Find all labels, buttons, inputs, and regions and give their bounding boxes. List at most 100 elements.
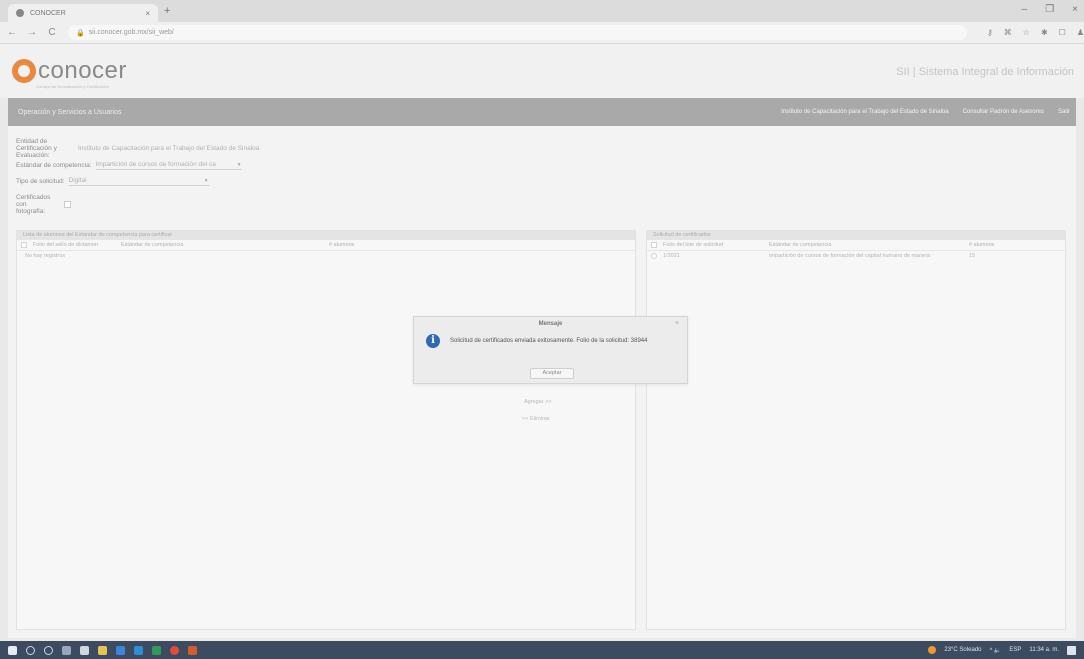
- col-count: # alumnos: [969, 242, 995, 248]
- empty-message: No hay registros: [25, 253, 66, 259]
- menu-operacion[interactable]: Operación y Servicios a Usuarios: [18, 109, 122, 116]
- store-icon[interactable]: [80, 645, 89, 655]
- system-tray: 23°C Soleado ^ 🔈 ESP 11:34 a. m.: [928, 645, 1076, 655]
- table-row[interactable]: 1/2021 Impartición de cursos de formació…: [647, 251, 1065, 261]
- logo-subtitle: Consejo de Normalización y Certificación: [36, 84, 109, 89]
- col-count: # alumnos: [329, 242, 355, 248]
- standard-select[interactable]: Impartición de cursos de formación del c…: [95, 160, 242, 170]
- info-icon: i: [426, 334, 440, 348]
- search-icon[interactable]: [26, 645, 35, 655]
- browser-address-bar: ← → C 🔒 sii.conocer.gob.mx/sii_web/ ⚷ ⌘ …: [0, 22, 1084, 44]
- close-window-button[interactable]: ×: [1072, 4, 1078, 15]
- requests-panel-title: Solicitud de certificados: [647, 231, 1065, 240]
- task-view-icon[interactable]: [62, 645, 71, 655]
- conocer-logo[interactable]: conocer: [12, 57, 127, 85]
- favicon-icon: [16, 9, 24, 17]
- logo-mark-icon: [12, 59, 36, 83]
- system-title: SII | Sistema Integral de Información: [896, 66, 1074, 78]
- request-type-label: Tipo de solicitud:: [16, 177, 65, 185]
- chevron-down-icon: ▼: [203, 177, 209, 184]
- browser-tab[interactable]: CONOCER ×: [8, 4, 158, 22]
- col-standard: Estándar de competencia: [769, 242, 832, 248]
- tab-close-icon[interactable]: ×: [145, 9, 150, 18]
- photo-label: Certificados con fotografía:: [16, 194, 51, 215]
- select-all-checkbox[interactable]: [651, 242, 657, 248]
- students-table-header: Folio del sello de dictamen Estándar de …: [17, 240, 635, 251]
- main-menubar: Operación y Servicios a Usuarios Institu…: [8, 98, 1076, 126]
- tray-symbols[interactable]: ^ 🔈: [989, 647, 1001, 654]
- new-tab-button[interactable]: +: [164, 5, 170, 17]
- reload-button[interactable]: C: [44, 27, 60, 38]
- students-panel-title: Lista de alumnos del Estándar de compete…: [17, 231, 635, 240]
- translate-icon[interactable]: ⌘: [1004, 28, 1012, 37]
- windows-taskbar: 23°C Soleado ^ 🔈 ESP 11:34 a. m.: [0, 641, 1084, 659]
- entity-row: Entidad de Certificación y Evaluación: I…: [16, 138, 259, 159]
- profile-icon[interactable]: ♟: [1077, 28, 1084, 37]
- edge-icon[interactable]: [116, 645, 125, 655]
- select-all-checkbox[interactable]: [21, 242, 27, 248]
- photo-row: Certificados con fotografía:: [16, 194, 71, 215]
- students-panel: Lista de alumnos del Estándar de compete…: [16, 230, 636, 630]
- col-standard: Estándar de competencia: [121, 242, 184, 248]
- dialog-title-text: Mensaje: [538, 321, 563, 327]
- tab-title: CONOCER: [30, 9, 66, 17]
- puzzle-icon[interactable]: ✱: [1041, 28, 1048, 37]
- app-icon[interactable]: [188, 645, 197, 655]
- key-icon[interactable]: ⚷: [987, 28, 993, 37]
- reading-list-icon[interactable]: ☐: [1059, 28, 1066, 37]
- weather-text[interactable]: 23°C Soleado: [944, 647, 981, 653]
- lock-icon: 🔒: [75, 29, 85, 37]
- language-indicator[interactable]: ESP: [1009, 647, 1021, 653]
- close-icon[interactable]: ×: [675, 317, 679, 331]
- url-input[interactable]: 🔒 sii.conocer.gob.mx/sii_web/: [67, 25, 967, 40]
- clock[interactable]: 11:34 a. m.: [1029, 647, 1059, 653]
- chrome-icon[interactable]: [170, 645, 179, 655]
- site-header: conocer Consejo de Normalización y Certi…: [0, 44, 1084, 98]
- maximize-button[interactable]: ❐: [1045, 4, 1054, 15]
- entity-label: Entidad de Certificación y Evaluación:: [16, 138, 57, 159]
- dialog-message: Solicitud de certificados enviada exitos…: [450, 338, 648, 344]
- request-type-select[interactable]: Digital ▼: [68, 176, 209, 186]
- add-link[interactable]: Agregar >>: [524, 399, 552, 405]
- row-count: 15: [969, 253, 976, 259]
- dialog-body: i Solicitud de certificados enviada exit…: [414, 331, 687, 348]
- photo-checkbox[interactable]: [64, 201, 71, 208]
- row-folio: 1/2021: [663, 253, 680, 259]
- requests-table-header: Folio del lote de solicitud Estándar de …: [647, 240, 1065, 251]
- standard-row: Estándar de competencia: Impartición de …: [16, 160, 242, 170]
- remove-link[interactable]: << Eliminar: [522, 416, 550, 422]
- cortana-icon[interactable]: [44, 645, 53, 655]
- row-radio[interactable]: [651, 253, 657, 259]
- weather-icon: [928, 646, 937, 654]
- extension-icons: ⚷ ⌘ ☆ ✱ ☐ ♟: [987, 28, 1084, 37]
- notification-icon[interactable]: [1067, 645, 1076, 655]
- requests-panel: Solicitud de certificados Folio del lote…: [646, 230, 1066, 630]
- request-type-value: Digital: [68, 177, 87, 184]
- minimize-button[interactable]: –: [1022, 4, 1028, 15]
- accept-button[interactable]: Aceptar: [530, 368, 574, 379]
- standard-select-value: Impartición de cursos de formación del c…: [95, 161, 216, 168]
- request-type-row: Tipo de solicitud: Digital ▼: [16, 176, 209, 186]
- url-text: sii.conocer.gob.mx/sii_web/: [88, 29, 174, 36]
- col-folio: Folio del lote de solicitud: [663, 242, 724, 248]
- menu-right-group: Instituto de Capacitación para el Trabaj…: [781, 109, 1070, 115]
- star-icon[interactable]: ☆: [1023, 28, 1030, 37]
- mail-icon[interactable]: [134, 645, 143, 655]
- dialog-title: Mensaje ×: [414, 317, 687, 331]
- menu-entity-name[interactable]: Instituto de Capacitación para el Trabaj…: [781, 109, 948, 115]
- row-standard: Impartición de cursos de formación del c…: [769, 253, 931, 259]
- menu-consult-advisors[interactable]: Consultar Padrón de Asesores: [963, 109, 1044, 115]
- taskbar-apps: [8, 645, 197, 655]
- excel-icon[interactable]: [152, 645, 161, 655]
- window-controls: – ❐ ×: [1022, 4, 1078, 15]
- message-dialog: Mensaje × i Solicitud de certificados en…: [413, 316, 688, 384]
- back-button[interactable]: ←: [4, 27, 20, 38]
- col-folio: Folio del sello de dictamen: [33, 242, 99, 248]
- windows-start-icon[interactable]: [8, 645, 17, 655]
- file-explorer-icon[interactable]: [98, 645, 107, 655]
- menu-logout[interactable]: Salir: [1058, 109, 1070, 115]
- entity-value: Instituto de Capacitación para el Trabaj…: [78, 145, 260, 152]
- browser-tab-strip: CONOCER × + – ❐ ×: [0, 0, 1084, 22]
- chevron-down-icon: ▼: [236, 161, 242, 168]
- forward-button[interactable]: →: [24, 27, 40, 38]
